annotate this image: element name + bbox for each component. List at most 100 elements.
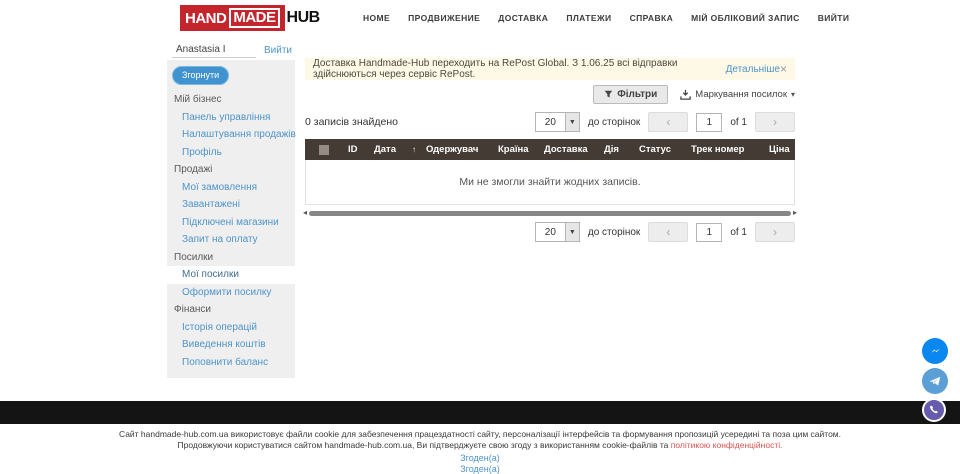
chevron-down-icon: ▾: [791, 90, 795, 99]
user-row: Anastasia I Вийти: [172, 42, 292, 58]
top-nav: HOME ПРОДВИЖЕНИЕ ДОСТАВКА ПЛАТЕЖИ СПРАВК…: [363, 0, 849, 36]
next-page-button[interactable]: ›: [755, 112, 795, 132]
chevron-right-icon: ›: [773, 225, 777, 239]
select-arrow-icon: ▼: [565, 223, 579, 241]
records-count: 0 записів знайдено: [305, 116, 398, 128]
nav-item-logout[interactable]: ВИЙТИ: [818, 13, 850, 23]
header-cell-price[interactable]: Ціна: [763, 144, 795, 155]
footer: Сайт handmade-hub.com.ua використовує фа…: [0, 429, 960, 474]
user-name-input[interactable]: Anastasia I: [172, 43, 256, 58]
pagination-top: 20 ▼ до сторінок ‹ 1 of 1 ›: [535, 112, 795, 132]
sidebar-section-parcels: Посилки: [167, 249, 295, 267]
collapse-button[interactable]: Згорнути: [172, 66, 229, 85]
page-number-input[interactable]: 1: [696, 113, 722, 132]
sidebar-item-top-up-balance[interactable]: Поповнити баланс: [167, 354, 295, 372]
per-page-select[interactable]: 20 ▼: [535, 112, 580, 132]
nav-item-delivery[interactable]: ДОСТАВКА: [498, 13, 548, 23]
page-of-label: of 1: [730, 227, 747, 238]
chevron-left-icon: ‹: [666, 115, 670, 129]
nav-item-promotion[interactable]: ПРОДВИЖЕНИЕ: [408, 13, 480, 23]
sidebar-item-my-parcels[interactable]: Мої посилки: [167, 266, 295, 284]
sidebar-item-dashboard[interactable]: Панель управління: [167, 109, 295, 127]
banner-text: Доставка Handmade-Hub переходить на RePo…: [313, 58, 723, 80]
nav-item-my-account[interactable]: МІЙ ОБЛІКОВИЙ ЗАПИС: [691, 13, 800, 23]
select-all-checkbox[interactable]: [319, 145, 329, 155]
top-header: HAND MADE HUB HOME ПРОДВИЖЕНИЕ ДОСТАВКА …: [0, 0, 960, 36]
parcel-marking-dropdown[interactable]: Маркування посилок ▾: [680, 89, 795, 100]
prev-page-button[interactable]: ‹: [648, 222, 688, 242]
header-cell-status[interactable]: Статус: [633, 144, 685, 155]
privacy-policy-link[interactable]: політикою конфіденційності.: [671, 440, 783, 450]
scroll-right-icon[interactable]: ▸: [793, 208, 797, 218]
scrollbar-thumb[interactable]: [309, 211, 791, 216]
sidebar-item-withdraw-funds[interactable]: Виведення коштів: [167, 336, 295, 354]
next-page-button[interactable]: ›: [755, 222, 795, 242]
per-page-label: до сторінок: [588, 227, 640, 238]
sidebar-item-create-parcel[interactable]: Оформити посилку: [167, 284, 295, 302]
header-cell-country[interactable]: Країна: [492, 144, 538, 155]
close-icon[interactable]: ×: [780, 62, 787, 76]
pagination-bottom: 20 ▼ до сторінок ‹ 1 of 1 ›: [305, 222, 795, 242]
cookie-notice-line2: Продовжуючи користуватися сайтом handmad…: [0, 440, 960, 451]
sidebar-item-sales-settings[interactable]: Налаштування продажів: [167, 126, 295, 144]
user-logout-link[interactable]: Вийти: [264, 45, 292, 56]
sidebar-item-connected-shops[interactable]: Підключені магазини: [167, 214, 295, 232]
empty-records-message: Ми не змогли знайти жодних записів.: [459, 176, 640, 188]
logo-hand-text: HAND: [185, 10, 226, 27]
toolbar: Фільтри Маркування посилок ▾: [305, 84, 795, 104]
sidebar: Згорнути Мій бізнес Панель управління На…: [167, 60, 295, 378]
select-arrow-icon: ▼: [565, 113, 579, 131]
sidebar-item-payment-request[interactable]: Запит на оплату: [167, 231, 295, 249]
table-empty-body: Ми не змогли знайти жодних записів.: [305, 160, 795, 205]
page: HAND MADE HUB HOME ПРОДВИЖЕНИЕ ДОСТАВКА …: [0, 0, 960, 474]
chevron-right-icon: ›: [773, 115, 777, 129]
nav-item-help[interactable]: СПРАВКА: [630, 13, 674, 23]
prev-page-button[interactable]: ‹: [648, 112, 688, 132]
header-cell-action[interactable]: Дія: [598, 144, 633, 155]
page-of-label: of 1: [730, 117, 747, 128]
header-cell-date[interactable]: Дата ↑: [368, 144, 420, 155]
viber-icon[interactable]: [922, 398, 946, 422]
agree-link-2[interactable]: Згоден(а): [0, 464, 960, 474]
sidebar-section-finance: Фінанси: [167, 301, 295, 319]
header-cell-recipient[interactable]: Одержувач: [420, 144, 492, 155]
filters-button[interactable]: Фільтри: [593, 85, 668, 104]
per-page-value: 20: [536, 113, 565, 131]
header-cell-delivery[interactable]: Доставка: [538, 144, 598, 155]
header-date-label: Дата: [374, 144, 396, 155]
horizontal-scrollbar: ◂ ▸: [303, 208, 797, 218]
per-page-label: до сторінок: [588, 117, 640, 128]
header-cell-id[interactable]: ID: [342, 144, 368, 155]
sidebar-item-operations-history[interactable]: Історія операцій: [167, 319, 295, 337]
sidebar-item-profile[interactable]: Профіль: [167, 144, 295, 162]
chevron-left-icon: ‹: [666, 225, 670, 239]
messenger-icon[interactable]: [922, 338, 948, 364]
nav-item-payments[interactable]: ПЛАТЕЖИ: [566, 13, 611, 23]
per-page-value: 20: [536, 223, 565, 241]
banner-details-link[interactable]: Детальніше: [726, 64, 780, 75]
filter-funnel-icon: [604, 90, 613, 99]
footer-divider-bar: [0, 401, 960, 424]
table-header-row: ID Дата ↑ Одержувач Країна Доставка Дія …: [305, 139, 795, 160]
logo-made-text: MADE: [229, 8, 279, 28]
header-cell-track-number[interactable]: Трек номер: [685, 144, 763, 155]
agree-link-1[interactable]: Згоден(а): [0, 453, 960, 464]
results-row: 0 записів знайдено 20 ▼ до сторінок ‹ 1 …: [305, 110, 795, 134]
header-cell-checkbox: [305, 145, 342, 155]
telegram-icon[interactable]: [922, 368, 948, 394]
sidebar-section-sales: Продажі: [167, 161, 295, 179]
filters-button-label: Фільтри: [617, 89, 657, 100]
page-number-input[interactable]: 1: [696, 223, 722, 242]
sidebar-item-uploaded[interactable]: Завантажені: [167, 196, 295, 214]
download-tray-icon: [680, 89, 691, 100]
handmade-hub-logo[interactable]: HAND MADE HUB: [180, 5, 320, 31]
parcels-table: ID Дата ↑ Одержувач Країна Доставка Дія …: [305, 139, 795, 205]
chat-widgets: [922, 338, 948, 426]
sidebar-item-my-orders[interactable]: Мої замовлення: [167, 179, 295, 197]
logo-hub-text: HUB: [287, 9, 320, 27]
per-page-select[interactable]: 20 ▼: [535, 222, 580, 242]
cookie-notice-line2-text: Продовжуючи користуватися сайтом handmad…: [178, 440, 671, 450]
scroll-left-icon[interactable]: ◂: [303, 208, 307, 218]
nav-item-home[interactable]: HOME: [363, 13, 390, 23]
cookie-notice-line1: Сайт handmade-hub.com.ua використовує фа…: [0, 429, 960, 440]
